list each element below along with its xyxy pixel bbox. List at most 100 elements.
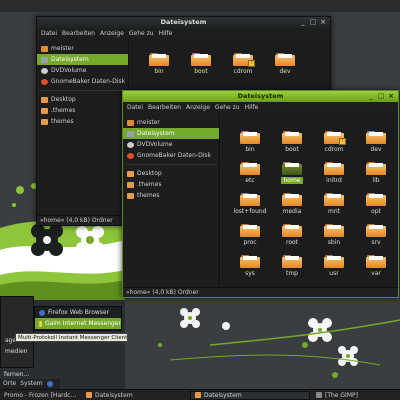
file-item[interactable]: initrd (313, 162, 355, 184)
menu-hilfe[interactable]: Hilfe (245, 102, 259, 113)
sidebar-item-dvdvolume[interactable]: DVDVolume (37, 65, 128, 76)
file-item[interactable]: ! cdrom (313, 131, 355, 153)
taskbar-item-active[interactable]: Dateisystem (190, 390, 310, 400)
file-item[interactable]: dev (355, 131, 397, 153)
close-icon[interactable]: × (387, 92, 395, 100)
file-item[interactable]: proc (229, 224, 271, 246)
folder-icon (366, 162, 386, 175)
file-item[interactable]: sbin (313, 224, 355, 246)
sidebar-item-dot-themes[interactable]: .themes (37, 105, 128, 116)
sidebar-item-dateisystem[interactable]: Dateisystem (37, 54, 128, 65)
gnomebaker-icon (127, 152, 134, 159)
file-item[interactable]: ! cdrom (222, 53, 264, 75)
folder-icon (240, 224, 260, 237)
menu-datei[interactable]: Datei (127, 102, 143, 113)
maximize-icon[interactable]: □ (309, 18, 317, 26)
menu-bearbeiten[interactable]: Bearbeiten (62, 28, 95, 39)
sidebar-item-meister[interactable]: meister (123, 117, 219, 128)
folder-link-icon: ! (324, 131, 346, 145)
folder-link-icon: ! (233, 53, 255, 67)
sidebar-item-label: Desktop (51, 96, 76, 103)
taskbar-item[interactable]: Promo - Frozen [Hardc... (0, 391, 80, 400)
file-item[interactable]: root (271, 224, 313, 246)
menu-gehe-zu[interactable]: Gehe zu (129, 28, 154, 39)
close-icon[interactable]: × (319, 18, 327, 26)
menu-anzeige[interactable]: Anzeige (100, 28, 124, 39)
sidebar-item-label: themes (137, 192, 160, 199)
sidebar-item-gnomebaker[interactable]: GnomeBaker Daten-Disk (123, 150, 219, 161)
folder-icon (191, 53, 211, 66)
file-item[interactable]: bin (229, 131, 271, 153)
folder-icon (240, 193, 260, 206)
sidebar-item-label: meister (137, 119, 160, 126)
taskbar: Promo - Frozen [Hardc... Dateisystem Dat… (0, 389, 400, 400)
file-item[interactable]: boot (271, 131, 313, 153)
file-item[interactable]: boot (180, 53, 222, 75)
file-name: lib (372, 177, 380, 184)
sidebar-item-desktop[interactable]: Desktop (37, 94, 128, 105)
folder-icon (149, 53, 169, 66)
folder-icon (282, 224, 302, 237)
panel-menu-orte[interactable]: Orte (3, 379, 16, 389)
window-titlebar[interactable]: Dateisystem _ □ × (123, 91, 398, 102)
file-item[interactable]: lib (355, 162, 397, 184)
taskbar-item[interactable]: [The GIMP] (312, 391, 392, 400)
file-name: proc (243, 239, 257, 246)
maximize-icon[interactable]: □ (377, 92, 385, 100)
sidebar-item-themes[interactable]: themes (123, 190, 219, 201)
folder-icon (282, 255, 302, 268)
file-name: bin (245, 146, 255, 153)
menu-anzeige[interactable]: Anzeige (186, 102, 210, 113)
menu-item-gaim[interactable]: Gaim Internet Messenger (35, 318, 121, 329)
file-item[interactable]: dev (264, 53, 306, 75)
file-name: tmp (285, 270, 298, 277)
window-titlebar[interactable]: Dateisystem _ □ × (37, 17, 330, 28)
sidebar-item-gnomebaker[interactable]: GnomeBaker Daten-Disk (37, 76, 128, 87)
file-item[interactable]: opt (355, 193, 397, 215)
sidebar-item-dateisystem[interactable]: Dateisystem (123, 128, 219, 139)
panel-menu-system[interactable]: System (20, 379, 42, 389)
sidebar-item-themes[interactable]: themes (37, 116, 128, 127)
folder-icon (86, 392, 92, 398)
file-item[interactable]: var (355, 255, 397, 277)
minimize-icon[interactable]: _ (299, 18, 307, 26)
menu-item-label: Firefox Web Browser (48, 309, 110, 316)
sidebar-item-desktop[interactable]: Desktop (123, 168, 219, 179)
file-item[interactable]: srv (355, 224, 397, 246)
dvd-icon (41, 67, 48, 74)
menu-bearbeiten[interactable]: Bearbeiten (148, 102, 181, 113)
file-item[interactable]: etc (229, 162, 271, 184)
menu-hilfe[interactable]: Hilfe (159, 28, 173, 39)
folder-icon (282, 193, 302, 206)
sidebar-item-label: GnomeBaker Daten-Disk (137, 152, 211, 159)
menu-gehe-zu[interactable]: Gehe zu (215, 102, 240, 113)
taskbar-item[interactable]: Dateisystem (82, 391, 188, 400)
file-name: dev (370, 146, 382, 153)
sidebar-item-label: meister (51, 45, 74, 52)
sidebar-item-dot-themes[interactable]: .themes (123, 179, 219, 190)
file-item[interactable]: media (271, 193, 313, 215)
taskbar-item-label: Dateisystem (95, 391, 133, 399)
folder-icon (41, 107, 48, 114)
menu-item-firefox[interactable]: Firefox Web Browser (35, 307, 121, 318)
file-name: var (371, 270, 381, 277)
file-item[interactable]: lost+found (229, 193, 271, 215)
file-item[interactable]: usr (313, 255, 355, 277)
file-item[interactable]: mnt (313, 193, 355, 215)
file-browser-window-front[interactable]: Dateisystem _ □ × Datei Bearbeiten Anzei… (122, 90, 399, 298)
sidebar-item-meister[interactable]: meister (37, 43, 128, 54)
folder-icon (127, 192, 134, 199)
minimize-icon[interactable]: _ (367, 92, 375, 100)
file-item-selected[interactable]: home (271, 162, 313, 184)
menu-datei[interactable]: Datei (41, 28, 57, 39)
sidebar-item-dvdvolume[interactable]: DVDVolume (123, 139, 219, 150)
window-title: Dateisystem (160, 18, 207, 26)
folder-icon (240, 255, 260, 268)
file-item[interactable]: tmp (271, 255, 313, 277)
web-browser-launcher-icon[interactable] (46, 381, 53, 387)
file-item[interactable]: sys (229, 255, 271, 277)
sidebar-item-label: DVDVolume (51, 67, 87, 74)
menu-bar: Datei Bearbeiten Anzeige Gehe zu Hilfe (37, 28, 330, 39)
file-item[interactable]: bin (138, 53, 180, 75)
menu-category[interactable]: medien (1, 346, 33, 357)
